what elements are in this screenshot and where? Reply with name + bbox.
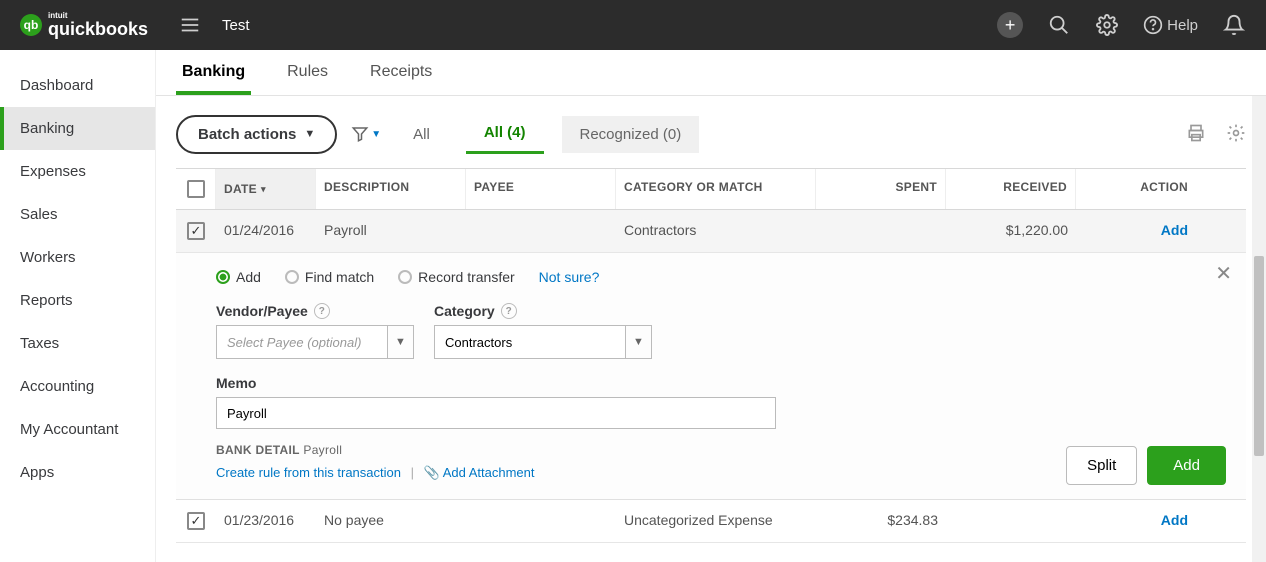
table-row[interactable]: 01/24/2016 Payroll Contractors $1,220.00… — [176, 210, 1246, 253]
row-action-add[interactable]: Add — [1076, 500, 1196, 542]
help-label: Help — [1167, 17, 1198, 34]
filter-tab-recognized[interactable]: Recognized (0) — [562, 116, 700, 153]
cell-category: Uncategorized Expense — [616, 500, 816, 542]
col-action: ACTION — [1076, 169, 1196, 209]
subtab-rules[interactable]: Rules — [281, 53, 334, 95]
split-button[interactable]: Split — [1066, 446, 1137, 485]
cell-date: 01/23/2016 — [216, 500, 316, 542]
company-name: Test — [222, 17, 250, 34]
sidebar-item-dashboard[interactable]: Dashboard — [0, 64, 155, 107]
not-sure-link[interactable]: Not sure? — [539, 269, 600, 285]
cell-received — [946, 500, 1076, 542]
filter-icon[interactable]: ▼ — [351, 125, 381, 143]
hamburger-menu-icon[interactable] — [178, 13, 202, 37]
sort-caret-icon: ▾ — [261, 184, 266, 195]
memo-field: Memo — [216, 375, 1206, 429]
add-button[interactable]: Add — [1147, 446, 1226, 485]
settings-gear-icon[interactable] — [1226, 123, 1246, 146]
select-all-checkbox[interactable] — [187, 180, 205, 198]
sidebar-item-expenses[interactable]: Expenses — [0, 150, 155, 193]
brand-name: quickbooks — [48, 20, 148, 38]
scrollbar-thumb[interactable] — [1254, 256, 1264, 456]
vendor-input[interactable] — [217, 326, 387, 358]
subtab-receipts[interactable]: Receipts — [364, 53, 438, 95]
batch-actions-button[interactable]: Batch actions ▼ — [176, 115, 337, 154]
category-field: Category? ▼ — [434, 303, 652, 359]
radio-add[interactable]: Add — [216, 269, 261, 285]
table-row[interactable]: 01/23/2016 No payee Uncategorized Expens… — [176, 500, 1246, 543]
vendor-dropdown-toggle[interactable]: ▼ — [387, 326, 413, 358]
category-input[interactable] — [435, 326, 625, 358]
sub-tabs: Banking Rules Receipts — [156, 50, 1266, 96]
sidebar-item-taxes[interactable]: Taxes — [0, 322, 155, 365]
sidebar-item-accounting[interactable]: Accounting — [0, 365, 155, 408]
brand-logo-icon: qb — [20, 14, 42, 36]
left-sidebar: Dashboard Banking Expenses Sales Workers… — [0, 50, 155, 562]
top-bar: qb intuit quickbooks Test + Help — [0, 0, 1266, 50]
main-panel: Banking Rules Receipts Batch actions ▼ ▼… — [155, 50, 1266, 562]
help-tip-icon[interactable]: ? — [314, 303, 330, 319]
sidebar-item-my-accountant[interactable]: My Accountant — [0, 408, 155, 451]
category-dropdown-toggle[interactable]: ▼ — [625, 326, 651, 358]
print-icon[interactable] — [1186, 123, 1206, 146]
cell-category: Contractors — [616, 210, 816, 252]
help-tip-icon[interactable]: ? — [501, 303, 517, 319]
col-category[interactable]: CATEGORY OR MATCH — [616, 169, 816, 209]
cell-description: No payee — [316, 500, 466, 542]
row-checkbox[interactable] — [187, 512, 205, 530]
vertical-scrollbar[interactable] — [1252, 96, 1266, 562]
caret-down-icon: ▼ — [304, 128, 315, 140]
create-rule-link[interactable]: Create rule from this transaction — [216, 465, 401, 480]
close-icon[interactable]: ✕ — [1215, 261, 1232, 286]
filter-tab-all[interactable]: All (4) — [466, 114, 544, 154]
row-action-add[interactable]: Add — [1076, 210, 1196, 252]
sidebar-item-reports[interactable]: Reports — [0, 279, 155, 322]
col-description[interactable]: DESCRIPTION — [316, 169, 466, 209]
help-icon[interactable]: Help — [1143, 13, 1198, 37]
cell-spent: $234.83 — [816, 500, 946, 542]
vendor-field: Vendor/Payee? ▼ — [216, 303, 414, 359]
memo-input[interactable] — [216, 397, 776, 429]
transactions-table: DATE ▾ DESCRIPTION PAYEE CATEGORY OR MAT… — [176, 168, 1246, 543]
cell-payee — [466, 500, 616, 542]
col-spent[interactable]: SPENT — [816, 169, 946, 209]
sidebar-item-workers[interactable]: Workers — [0, 236, 155, 279]
bell-icon[interactable] — [1222, 13, 1246, 37]
row-expand-panel: ✕ Add Find match Record transfer Not sur… — [176, 253, 1246, 500]
radio-find-match[interactable]: Find match — [285, 269, 374, 285]
table-header: DATE ▾ DESCRIPTION PAYEE CATEGORY OR MAT… — [176, 169, 1246, 210]
cell-description: Payroll — [316, 210, 466, 252]
cell-received: $1,220.00 — [946, 210, 1076, 252]
toolbar: Batch actions ▼ ▼ All All (4) Recognized… — [176, 114, 1246, 154]
cell-date: 01/24/2016 — [216, 210, 316, 252]
bank-detail: BANK DETAIL Payroll — [216, 443, 1206, 457]
filter-tab-all-plain[interactable]: All — [395, 116, 448, 153]
col-received[interactable]: RECEIVED — [946, 169, 1076, 209]
subtab-banking[interactable]: Banking — [176, 53, 251, 95]
attachment-icon: 📎 — [424, 465, 440, 480]
batch-actions-label: Batch actions — [198, 126, 296, 143]
sidebar-item-banking[interactable]: Banking — [0, 107, 155, 150]
add-attachment-link[interactable]: Add Attachment — [443, 465, 535, 480]
brand-logo: qb intuit quickbooks — [20, 12, 148, 38]
sidebar-item-sales[interactable]: Sales — [0, 193, 155, 236]
row-checkbox[interactable] — [187, 222, 205, 240]
sidebar-item-apps[interactable]: Apps — [0, 451, 155, 494]
col-payee[interactable]: PAYEE — [466, 169, 616, 209]
cell-spent — [816, 210, 946, 252]
cell-payee — [466, 210, 616, 252]
quick-create-button[interactable]: + — [997, 12, 1023, 38]
gear-icon[interactable] — [1095, 13, 1119, 37]
search-icon[interactable] — [1047, 13, 1071, 37]
col-date[interactable]: DATE ▾ — [216, 169, 316, 209]
radio-record-transfer[interactable]: Record transfer — [398, 269, 514, 285]
content-area: Batch actions ▼ ▼ All All (4) Recognized… — [156, 96, 1266, 562]
